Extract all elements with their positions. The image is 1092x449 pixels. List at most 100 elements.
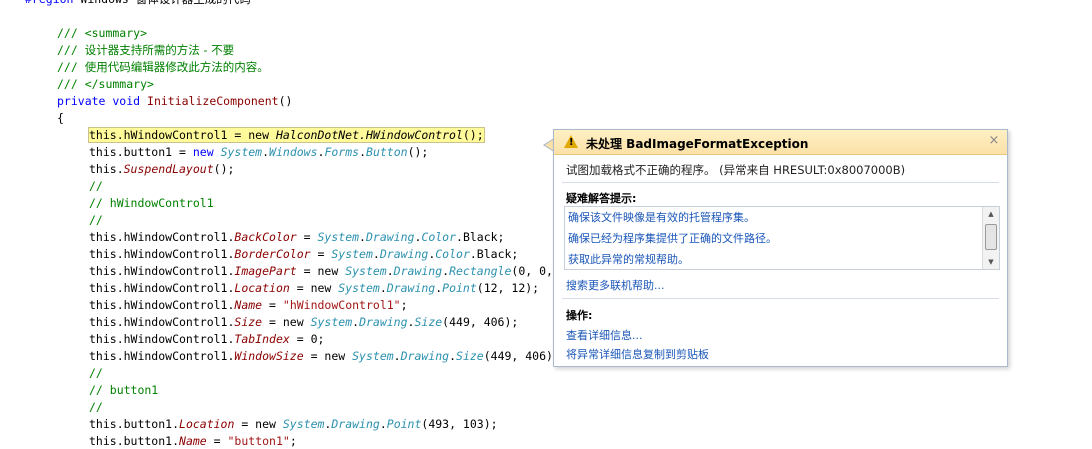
code-token: { — [57, 111, 64, 125]
code-line[interactable]: this.hWindowControl1.WindowSize = new Sy… — [89, 348, 560, 365]
code-line[interactable]: /// <summary> — [57, 25, 147, 42]
search-online-help-link[interactable]: 搜索更多联机帮助... — [566, 277, 665, 293]
close-icon[interactable]: × — [987, 133, 1001, 149]
code-token: /// — [57, 60, 85, 74]
code-token: Rectangle — [449, 264, 512, 278]
code-line[interactable]: this.hWindowControl1.Location = new Syst… — [89, 280, 539, 297]
code-token: Windows — [269, 145, 318, 159]
code-line[interactable]: this.hWindowControl1.BorderColor = Syste… — [89, 246, 518, 263]
code-token: (); — [213, 162, 235, 176]
code-token: = new — [303, 349, 353, 363]
code-token: this.hWindowControl1. — [89, 281, 235, 295]
code-line[interactable]: /// 使用代码编辑器修改此方法的内容。 — [57, 59, 269, 76]
code-token: Point — [386, 417, 422, 431]
code-token: (449, 406); — [483, 349, 560, 363]
code-token: .Black; — [456, 230, 505, 244]
actions-heading: 操作: — [566, 309, 593, 322]
code-token: Size — [234, 315, 263, 329]
scroll-down-icon[interactable]: ▼ — [983, 255, 999, 269]
code-token: (); — [462, 128, 484, 142]
view-details-link[interactable]: 查看详细信息... — [566, 327, 643, 343]
code-token: Location — [179, 417, 235, 431]
exception-title: 未处理 BadImageFormatException — [586, 137, 809, 151]
code-token: Drawing — [379, 247, 429, 261]
scroll-up-icon[interactable]: ▲ — [983, 207, 999, 221]
code-line[interactable]: #region Windows 窗体设计器生成的代码 — [25, 0, 251, 8]
code-line[interactable]: // — [89, 212, 103, 229]
tip-link-valid-assembly[interactable]: 确保该文件映像是有效的托管程序集。 — [568, 209, 755, 225]
code-token: this.hWindowControl1. — [89, 298, 235, 312]
code-token: /// </summary> — [57, 77, 154, 91]
code-token: Drawing — [400, 349, 450, 363]
code-line[interactable]: // — [89, 399, 103, 416]
tips-list[interactable]: 确保该文件映像是有效的托管程序集。 确保已经为程序集提供了正确的文件路径。 获取… — [564, 206, 1000, 270]
tip-link-file-path[interactable]: 确保已经为程序集提供了正确的文件路径。 — [568, 230, 777, 246]
copy-details-link[interactable]: 将异常详细信息复制到剪贴板 — [566, 346, 709, 362]
code-token: (449, 406); — [442, 315, 519, 329]
code-line[interactable]: { — [57, 110, 64, 127]
code-token: Drawing — [331, 417, 380, 431]
code-token: BackColor — [234, 230, 297, 244]
code-token: = — [206, 434, 228, 448]
code-token: System — [331, 247, 373, 261]
code-line[interactable]: // button1 — [89, 382, 158, 399]
code-token: "hWindowControl1" — [282, 298, 401, 312]
code-token: this.hWindowControl1 = new — [89, 128, 276, 142]
code-line[interactable]: this.SuspendLayout(); — [89, 161, 234, 178]
code-token: . — [379, 281, 387, 295]
code-line[interactable]: /// </summary> — [57, 76, 154, 93]
code-line[interactable]: /// 设计器支持所需的方法 - 不要 — [57, 42, 234, 59]
code-line[interactable]: this.button1 = new System.Windows.Forms.… — [89, 144, 428, 161]
code-line[interactable]: this.hWindowControl1.ImagePart = new Sys… — [89, 263, 629, 280]
tips-scrollbar[interactable]: ▲ ▼ — [982, 207, 999, 269]
code-token: // hWindowControl1 — [89, 196, 214, 210]
code-token: HalconDotNet.HWindowControl — [275, 128, 463, 142]
tips-heading: 疑难解答提示: — [566, 192, 637, 205]
code-token: // — [89, 179, 103, 193]
code-token: this.button1. — [89, 417, 180, 431]
code-token: Name — [234, 298, 263, 312]
code-token: . — [372, 247, 380, 261]
code-token: this.hWindowControl1. — [89, 349, 235, 363]
code-token: ImagePart — [234, 264, 297, 278]
code-line[interactable]: // — [89, 178, 103, 195]
code-token: this.hWindowControl1. — [89, 264, 235, 278]
code-token: = new — [234, 417, 283, 431]
code-token: this.button1 = — [89, 145, 193, 159]
code-token: 窗体设计器生成的代码 — [136, 0, 251, 6]
code-token: System — [310, 315, 353, 329]
code-token: WindowSize — [234, 349, 304, 363]
code-line[interactable]: this.hWindowControl1.TabIndex = 0; — [89, 331, 324, 348]
code-line[interactable]: this.button1.Location = new System.Drawi… — [89, 416, 498, 433]
code-line[interactable]: this.button1.Name = "button1"; — [89, 433, 297, 449]
code-token: Windows — [73, 0, 135, 6]
code-token: System — [338, 281, 380, 295]
code-token: // — [89, 400, 103, 414]
code-token: Color — [435, 247, 470, 261]
code-line[interactable]: // — [89, 365, 103, 382]
code-line[interactable]: private void InitializeComponent() — [57, 93, 292, 110]
code-token: System — [345, 264, 387, 278]
divider — [562, 182, 999, 183]
code-line[interactable]: this.hWindowControl1.Name = "hWindowCont… — [89, 297, 408, 314]
code-token: System — [352, 349, 394, 363]
code-token: BorderColor — [234, 247, 311, 261]
code-line[interactable]: this.hWindowControl1.Size = new System.D… — [89, 314, 518, 331]
tip-link-general-help[interactable]: 获取此异常的常规帮助。 — [568, 251, 689, 267]
code-token: Name — [179, 434, 207, 448]
code-line[interactable]: // hWindowControl1 — [89, 195, 214, 212]
code-token: this.hWindowControl1. — [89, 315, 235, 329]
code-token: // — [89, 213, 103, 227]
code-token: = new — [262, 315, 311, 329]
code-line[interactable]: this.hWindowControl1 = new HalconDotNet.… — [88, 127, 485, 144]
divider — [562, 298, 999, 299]
code-token: this.hWindowControl1. — [89, 247, 235, 261]
code-token: .Black; — [469, 247, 519, 261]
code-token: /// <summary> — [57, 26, 148, 40]
code-token: private void — [57, 94, 148, 108]
code-token: . — [386, 264, 394, 278]
code-line[interactable]: this.hWindowControl1.BackColor = System.… — [89, 229, 504, 246]
scroll-thumb[interactable] — [985, 224, 997, 250]
code-token: (12, 12); — [476, 281, 540, 295]
code-token: SuspendLayout — [123, 162, 214, 176]
